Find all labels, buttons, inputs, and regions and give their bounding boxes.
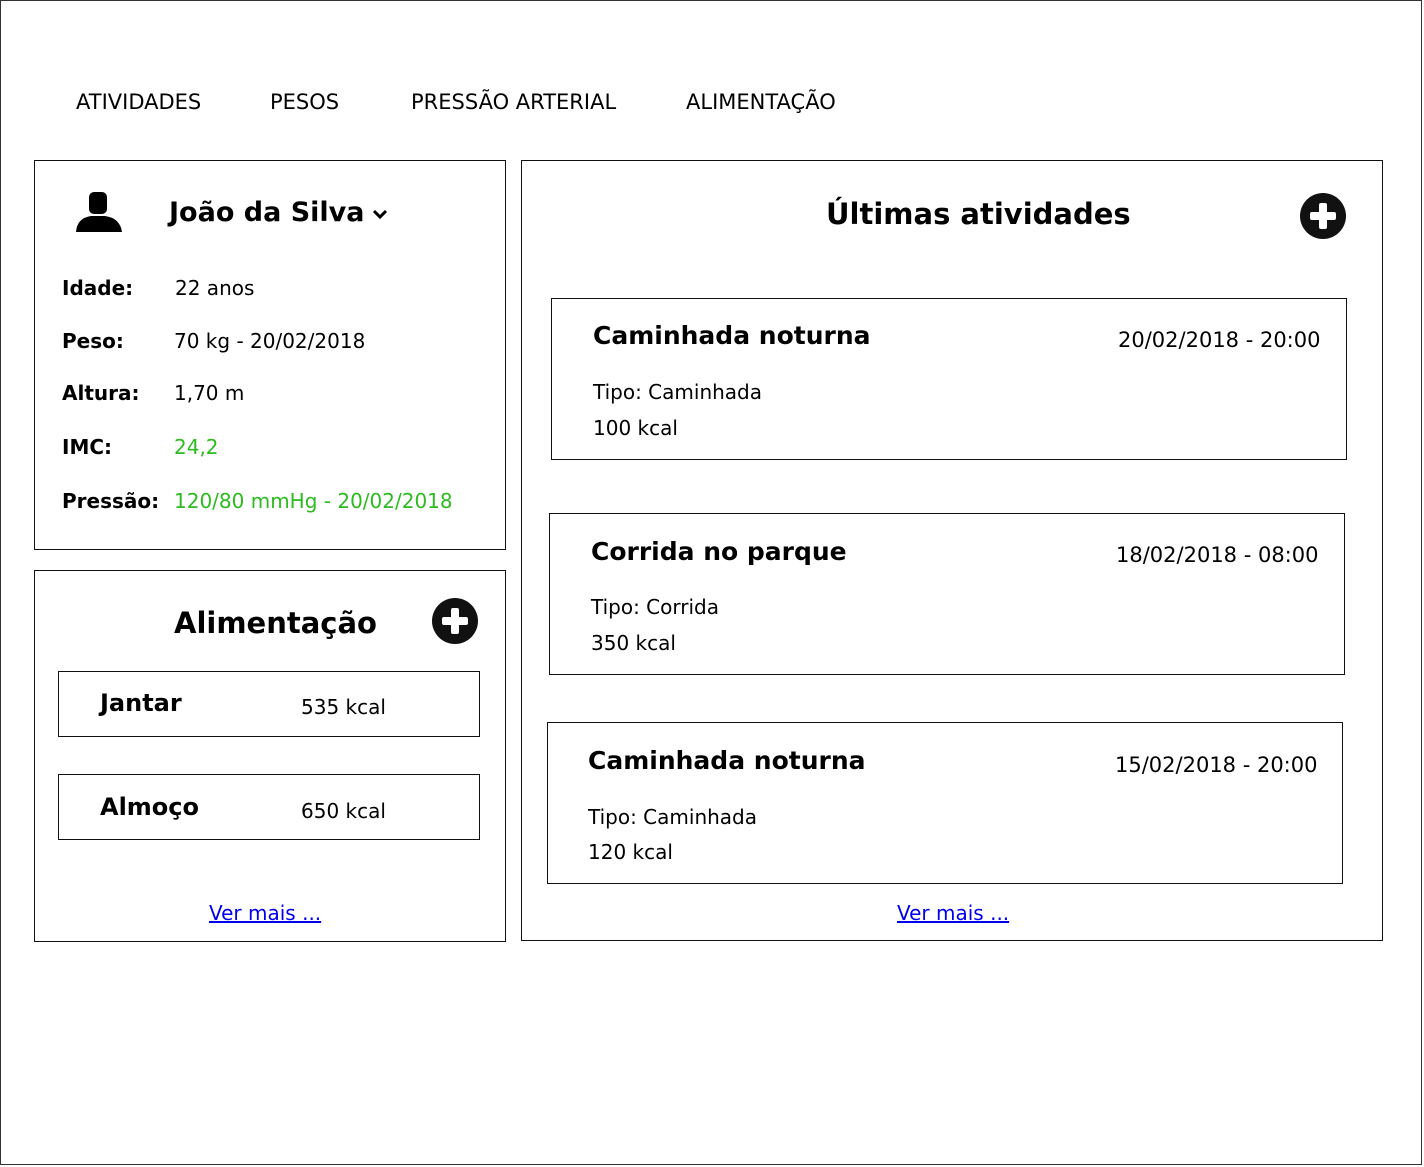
pressure-value: 120/80 mmHg - 20/02/2018 [174,489,453,513]
plus-circle-icon[interactable] [432,598,478,644]
activity-kcal: 100 kcal [593,416,678,440]
weight-label: Peso: [62,329,124,353]
activity-type: Tipo: Caminhada [588,805,758,829]
user-silhouette-icon [76,192,122,232]
weight-value: 70 kg - 20/02/2018 [174,329,366,353]
activity-type: Tipo: Corrida [591,595,719,619]
bmi-label: IMC: [62,435,113,459]
meal-name: Jantar [100,689,182,717]
activity-date: 15/02/2018 - 20:00 [1115,753,1318,777]
meal-name: Almoço [100,793,200,821]
food-title: Alimentação [174,606,377,640]
meal-kcal: 535 kcal [301,695,386,719]
activity-kcal: 120 kcal [588,840,673,864]
bmi-value: 24,2 [174,435,219,459]
nav-atividades[interactable]: ATIVIDADES [76,90,201,114]
height-label: Altura: [62,381,140,405]
activities-more-link[interactable]: Ver mais ... [897,901,1009,925]
activity-title: Corrida no parque [591,537,847,566]
nav-pesos[interactable]: PESOS [270,90,339,114]
activity-date: 20/02/2018 - 20:00 [1118,328,1321,352]
activity-type: Tipo: Caminhada [593,380,763,404]
height-value: 1,70 m [174,381,245,405]
profile-name[interactable]: João da Silva [169,197,365,228]
activity-title: Caminhada noturna [588,746,866,775]
activities-title: Últimas atividades [826,197,1131,231]
plus-circle-icon[interactable] [1300,193,1346,239]
chevron-down-icon[interactable] [371,207,389,221]
age-value: 22 anos [175,276,255,300]
activity-kcal: 350 kcal [591,631,676,655]
activity-title: Caminhada noturna [593,321,871,350]
nav-pressao-arterial[interactable]: PRESSÃO ARTERIAL [411,90,616,114]
age-label: Idade: [62,276,134,300]
activity-date: 18/02/2018 - 08:00 [1116,543,1319,567]
meal-kcal: 650 kcal [301,799,386,823]
nav-alimentacao[interactable]: ALIMENTAÇÃO [686,90,836,114]
pressure-label: Pressão: [62,489,160,513]
food-more-link[interactable]: Ver mais ... [209,901,321,925]
